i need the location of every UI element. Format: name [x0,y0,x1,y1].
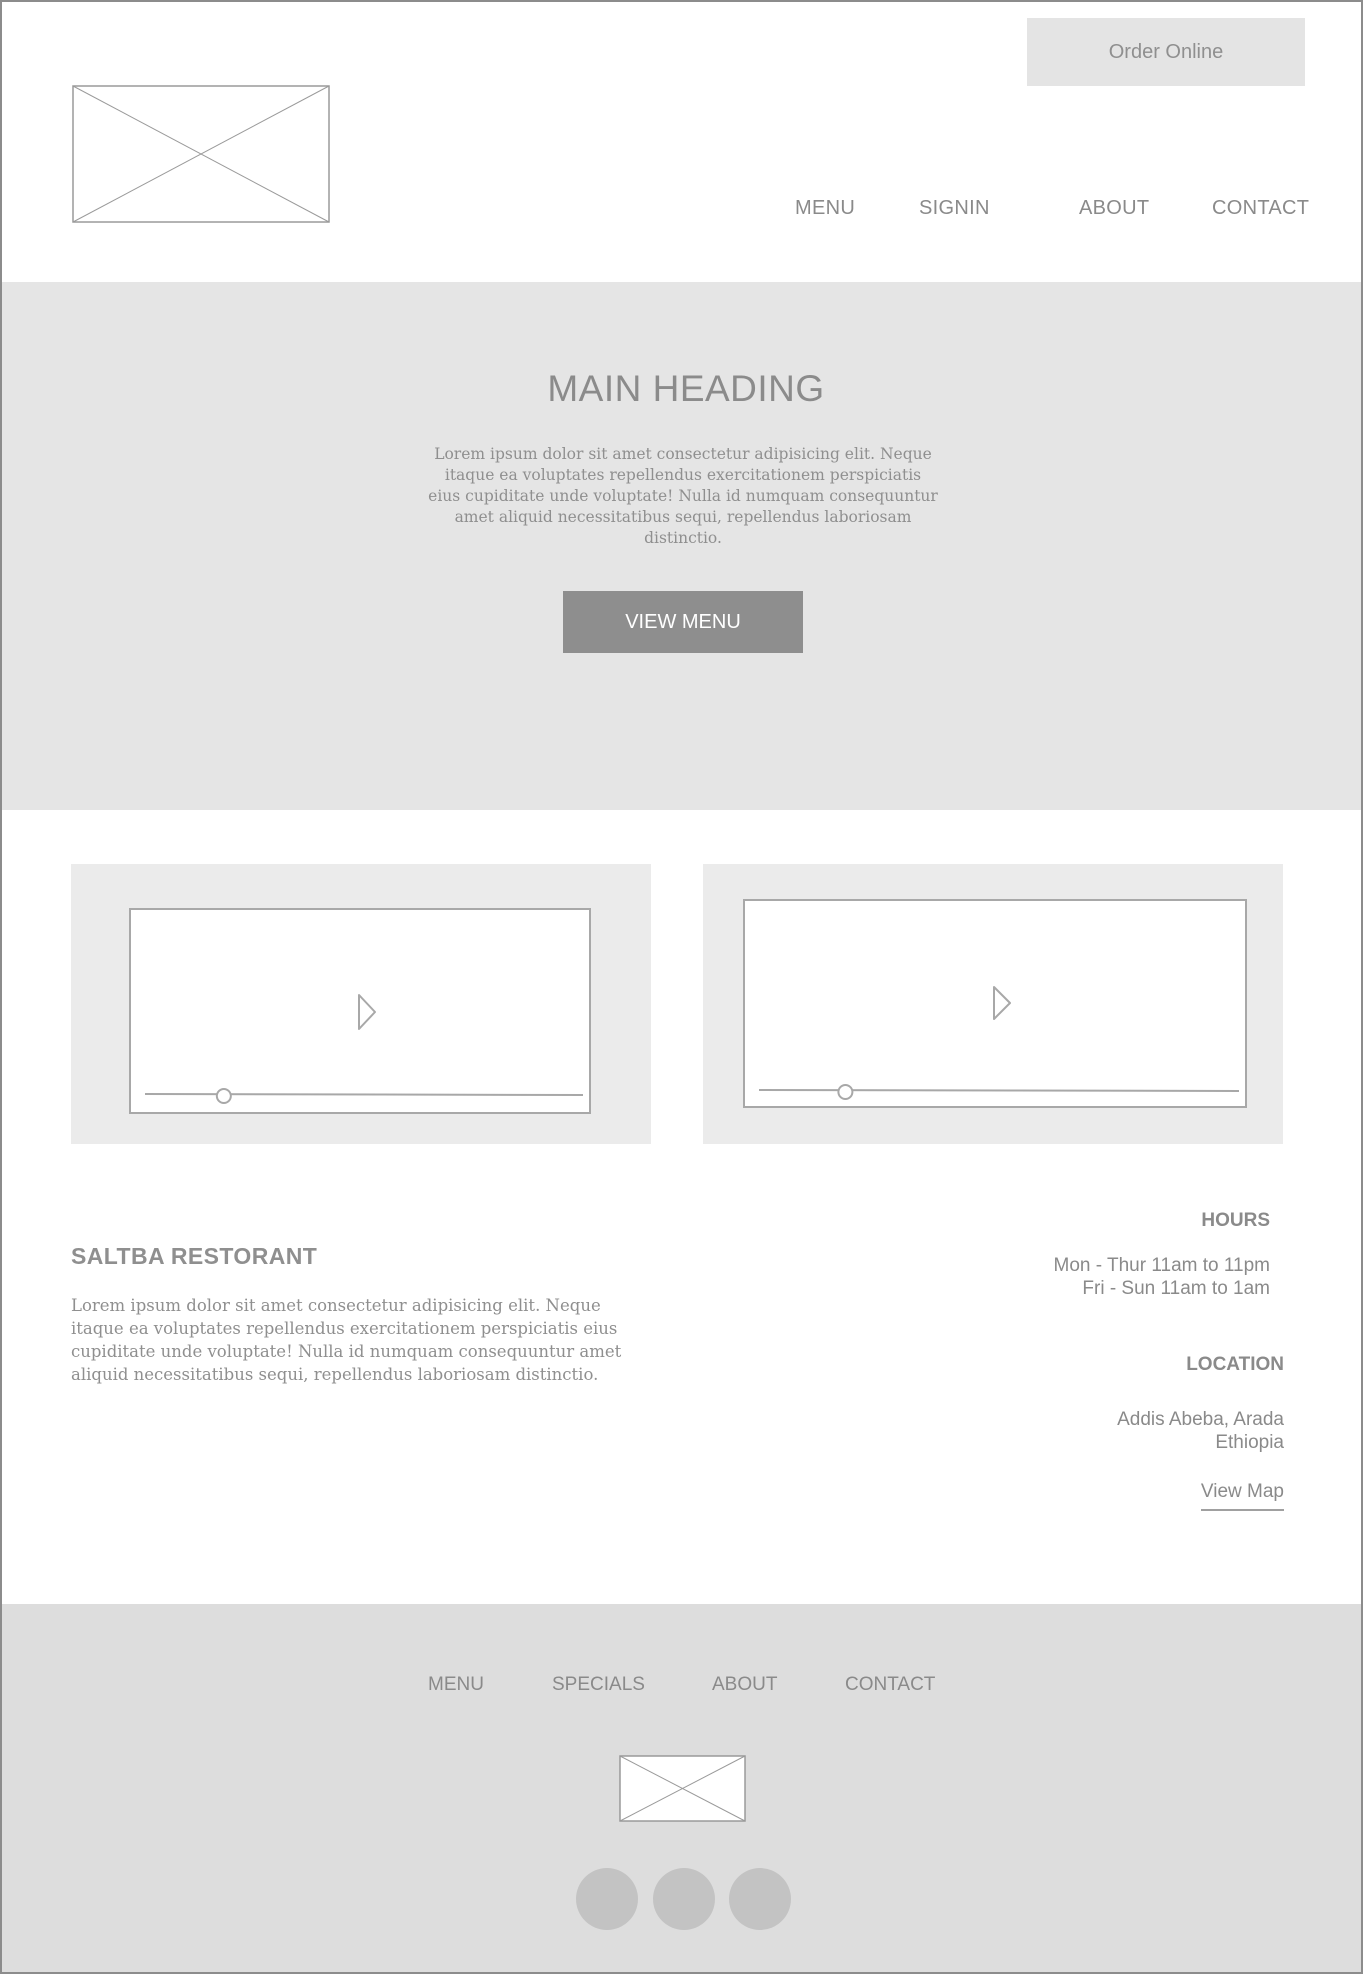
social-icon[interactable] [576,1868,638,1930]
video-player-2[interactable] [743,899,1247,1108]
play-icon[interactable] [358,994,376,1030]
location-line: Addis Abeba, Arada [1117,1409,1284,1430]
social-icon[interactable] [729,1868,791,1930]
nav-menu-link[interactable]: MENU [795,197,855,220]
site-footer: MENU SPECIALS ABOUT CONTACT [0,1604,1363,1974]
logo-placeholder-icon[interactable] [619,1755,746,1822]
footer-about-link[interactable]: ABOUT [712,1674,777,1696]
video-player-1[interactable] [129,908,591,1114]
location-line: Ethiopia [1215,1432,1284,1453]
nav-contact-link[interactable]: CONTACT [1212,197,1309,220]
video-progress-track [758,1089,1240,1092]
order-online-button[interactable]: Order Online [1027,18,1305,86]
hours-line: Mon - Thur 11am to 11pm [1053,1255,1271,1276]
hero-text: Lorem ipsum dolor sit amet consectetur a… [428,445,938,547]
view-menu-button[interactable]: VIEW MENU [563,591,803,653]
hero-heading: MAIN HEADING [547,368,825,409]
hero-section: MAIN HEADING Lorem ipsum dolor sit amet … [0,282,1363,810]
view-map-link[interactable]: View Map [1200,1481,1284,1511]
footer-contact-link[interactable]: CONTACT [845,1674,935,1696]
nav-signin-link[interactable]: SIGNIN [919,197,990,220]
site-header: Order Online MENU SIGNIN ABOUT CONTACT [0,0,1363,282]
hours-line: Fri - Sun 11am to 1am [1082,1278,1270,1299]
location-heading: LOCATION [1186,1354,1284,1375]
hours-heading: HOURS [1201,1210,1270,1231]
video-progress-handle [837,1084,854,1100]
social-icon[interactable] [653,1868,715,1930]
video-panel-2 [703,864,1283,1144]
restaurant-name: SALTBA RESTORANT [71,1243,318,1269]
video-progress-handle [215,1088,232,1104]
nav-about-link[interactable]: ABOUT [1079,197,1149,220]
play-icon[interactable] [993,986,1011,1020]
video-progress-track [144,1093,584,1096]
footer-menu-link[interactable]: MENU [428,1674,484,1696]
footer-specials-link[interactable]: SPECIALS [552,1674,645,1696]
logo-placeholder-icon[interactable] [72,85,330,223]
video-panel-1 [71,864,651,1144]
restaurant-description: Lorem ipsum dolor sit amet consectetur a… [71,1296,622,1384]
